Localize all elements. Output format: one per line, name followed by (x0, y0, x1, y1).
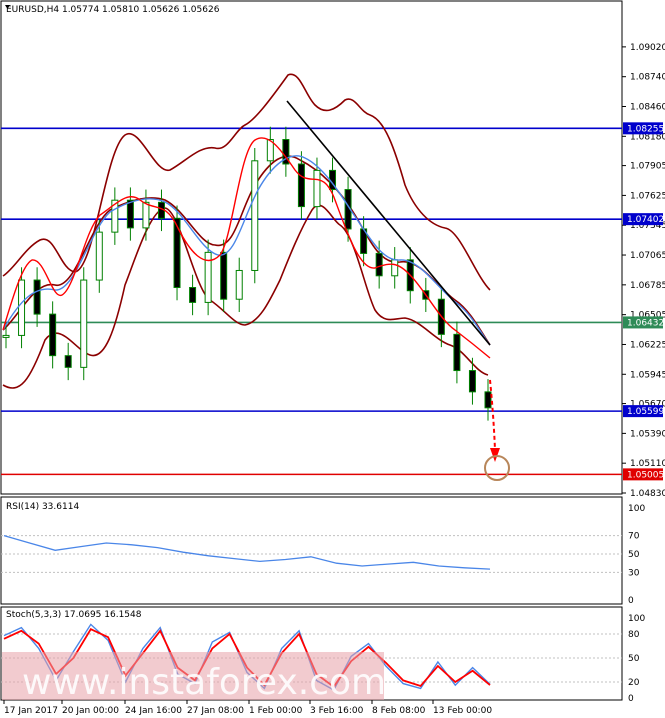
time-tick-label: 20 Jan 00:00 (62, 706, 119, 716)
price-tick-label: 1.05945 (630, 370, 665, 380)
candle-body (468, 370, 476, 393)
rsi-tick-label: 30 (628, 568, 640, 578)
time-tick-label: 24 Jan 16:00 (125, 706, 182, 716)
candle-body (189, 287, 197, 303)
rsi-panel (0, 496, 623, 605)
candle-body (251, 160, 259, 271)
level-label: 1.06432 (627, 318, 664, 328)
stoch-tick-label: 80 (628, 630, 640, 640)
stoch-tick-label: 20 (628, 678, 640, 688)
candle-body (297, 163, 305, 208)
price-tick-label: 1.08460 (630, 103, 665, 113)
price-tick-label: 1.05390 (630, 429, 665, 439)
price-tick-label: 1.07625 (630, 191, 665, 201)
price-tick-label: 1.04830 (630, 489, 665, 499)
chart-canvas: 1.090201.087401.084601.081801.079051.076… (0, 0, 665, 716)
candle-body (235, 269, 243, 300)
chart-window: 1.09020 1.08740 1.08460 1.08180 1.07905 1.076… (0, 0, 665, 718)
level-label: 1.05005 (627, 470, 664, 480)
time-tick-label: 13 Feb 00:00 (433, 706, 492, 716)
price-axis: 1.090201.087401.084601.081801.079051.076… (622, 43, 665, 499)
rsi-tick-label: 0 (628, 596, 634, 606)
time-tick-label: 17 Jan 2017 (4, 706, 58, 716)
stoch-tick-label: 100 (628, 614, 645, 624)
candle-body (484, 391, 492, 409)
level-label: 1.05599 (627, 407, 664, 417)
level-label: 1.07402 (627, 215, 664, 225)
candle-body (49, 313, 57, 357)
price-tick-label: 1.09020 (630, 43, 665, 53)
candle-body (173, 217, 181, 289)
stoch-tick-label: 0 (628, 694, 634, 704)
stoch-tick-label: 50 (628, 654, 640, 664)
rsi-tick-label: 70 (628, 532, 640, 542)
candle-body (142, 201, 150, 229)
candle-body (2, 334, 10, 338)
candle-body (313, 169, 321, 208)
candle-body (220, 251, 228, 300)
time-tick-label: 8 Feb 08:00 (372, 706, 426, 716)
time-tick-label: 1 Feb 00:00 (249, 706, 303, 716)
level-label: 1.08255 (627, 124, 664, 134)
price-tick-label: 1.06785 (630, 281, 665, 291)
watermark-text: www.instaforex.com (22, 662, 386, 703)
price-tick-label: 1.05110 (630, 459, 665, 469)
candle-body (95, 231, 103, 281)
rsi-tick-label: 50 (628, 550, 640, 560)
time-tick-label: 27 Jan 08:00 (187, 706, 244, 716)
rsi-tick-label: 100 (628, 504, 645, 514)
price-tick-label: 1.07905 (630, 162, 665, 172)
price-tick-label: 1.08740 (630, 73, 665, 83)
rsi-header: RSI(14) 33.6114 (6, 502, 79, 512)
candle-body (375, 252, 383, 277)
candle-body (64, 355, 72, 368)
candle-body (391, 259, 399, 277)
candle-body (33, 279, 41, 315)
price-tick-label: 1.07065 (630, 251, 665, 261)
main-chart-header: EURUSD,H4 1.05774 1.05810 1.05626 1.0562… (6, 5, 220, 15)
candle-body (126, 199, 134, 229)
candle-body (80, 279, 88, 368)
candle-body (453, 333, 461, 372)
main-panel (0, 0, 623, 495)
stoch-axis: 100 80 50 20 0 (628, 614, 645, 704)
rsi-axis: 100 70 50 30 0 (628, 504, 645, 606)
price-tick-label: 1.06225 (630, 340, 665, 350)
stoch-header: Stoch(5,3,3) 17.0695 16.1548 (6, 610, 142, 620)
time-tick-label: 3 Feb 16:00 (310, 706, 364, 716)
candle-body (18, 279, 26, 336)
